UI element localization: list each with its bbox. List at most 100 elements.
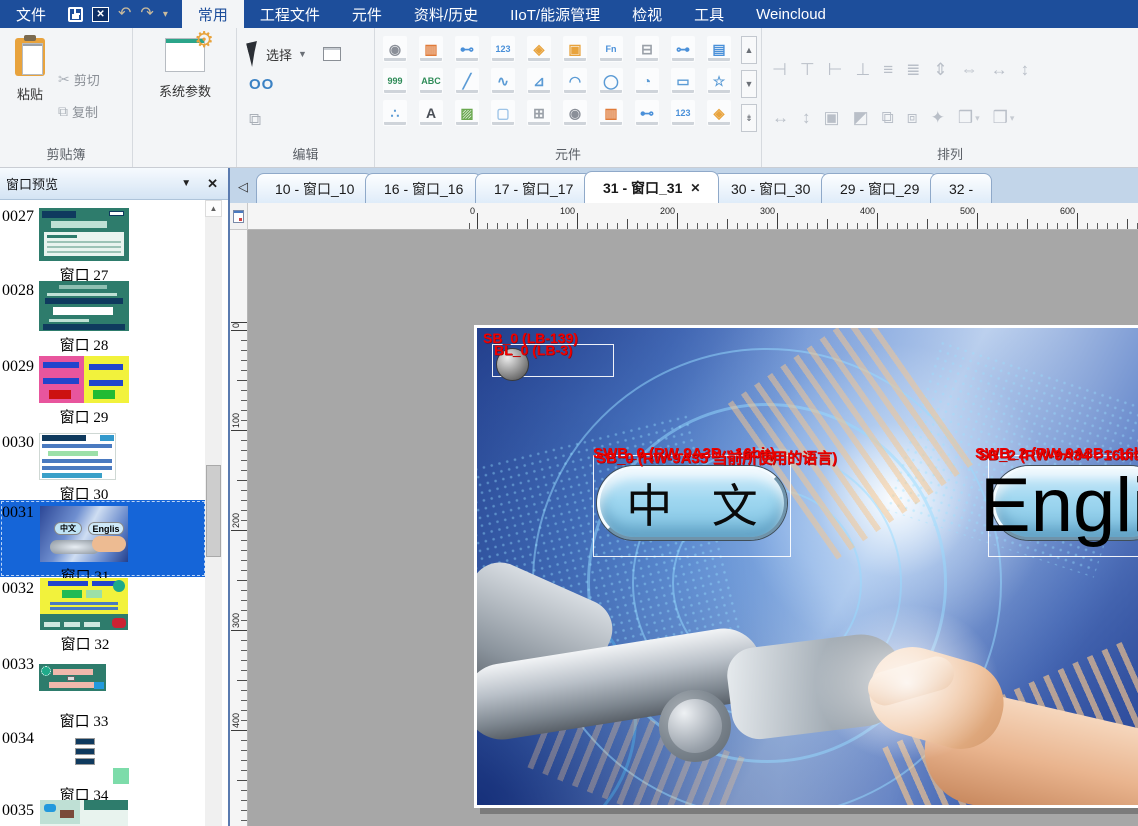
window-thumbnail-0029[interactable] xyxy=(39,356,129,403)
panel-dropdown-icon[interactable]: ▼ xyxy=(181,178,191,189)
scrollbar-thumb[interactable] xyxy=(206,465,221,557)
expand-gallery-icon[interactable]: ⇟ xyxy=(741,104,757,132)
window-list-item-0029[interactable]: 0029窗口 29 xyxy=(0,354,206,430)
window-list-item-0032[interactable]: 0032窗口 32 xyxy=(0,576,206,650)
undo-icon[interactable]: ↶ xyxy=(118,6,131,22)
window-thumbnail-0030[interactable] xyxy=(39,433,116,480)
scroll-up-icon[interactable]: ▲ xyxy=(741,36,757,64)
text-icon[interactable]: A xyxy=(419,100,443,126)
file-menu[interactable]: 文件 xyxy=(0,0,68,28)
menu-tab-4[interactable]: 资料/历史 xyxy=(398,0,494,28)
document-tab-17-窗口_17[interactable]: 17 - 窗口_17 xyxy=(475,173,592,203)
menu-tab-3[interactable]: 元件 xyxy=(336,0,398,28)
decoration xyxy=(53,669,93,675)
scatter-icon[interactable]: ∴ xyxy=(383,100,407,126)
arc-icon[interactable]: ◠ xyxy=(563,68,587,94)
tab-close-icon[interactable]: ✕ xyxy=(690,181,700,195)
window-thumbnail-0028[interactable] xyxy=(39,281,129,331)
document-tab-32-[interactable]: 32 - xyxy=(930,173,992,203)
numeric-icon[interactable]: Fn xyxy=(599,36,623,62)
menu-tab-1[interactable]: 常用 xyxy=(182,0,244,28)
pin-icon-glyph: ✦ xyxy=(931,108,945,128)
more-icon[interactable]: ▾ xyxy=(163,9,168,20)
set-word2-icon[interactable]: 123 xyxy=(671,100,695,126)
function-key2-icon[interactable]: ◈ xyxy=(707,100,731,126)
window-thumbnail-0035[interactable] xyxy=(40,800,128,826)
window-copy-icon[interactable] xyxy=(323,47,341,61)
save-icon[interactable] xyxy=(68,7,83,22)
ungroup-icon: ⧈ xyxy=(907,108,918,128)
option-list-icon[interactable]: ▤ xyxy=(707,36,731,62)
menu-tab-5[interactable]: IIoT/能源管理 xyxy=(494,0,616,28)
decoration xyxy=(42,444,112,448)
document-tab-16-窗口_16[interactable]: 16 - 窗口_16 xyxy=(365,173,482,203)
document-tab-29-窗口_29[interactable]: 29 - 窗口_29 xyxy=(821,173,938,203)
panel-close-icon[interactable]: ✕ xyxy=(207,176,218,192)
set-bit-icon[interactable]: ⊷ xyxy=(455,36,479,62)
select-button[interactable]: 选择 xyxy=(266,45,292,64)
window-thumbnail-0027[interactable] xyxy=(39,208,129,261)
table-icon[interactable]: ⊞ xyxy=(527,100,551,126)
word-lamp-icon[interactable]: ▥ xyxy=(419,36,443,62)
rectangle-icon[interactable]: ▭ xyxy=(671,68,695,94)
line-icon[interactable]: ╱ xyxy=(455,68,479,94)
window-list-item-0033[interactable]: 0033窗口 33 xyxy=(0,652,206,726)
chinese-language-button[interactable]: 中 文 xyxy=(597,466,787,540)
toggle-switch-icon[interactable]: ▣ xyxy=(563,36,587,62)
window-list-item-0035[interactable]: 0035 xyxy=(0,798,206,826)
menu-tab-6[interactable]: 检视 xyxy=(616,0,678,28)
bit-lamp-icon[interactable]: ◉ xyxy=(383,36,407,62)
design-workspace[interactable]: SB_0 (LB-139)BL_0 (LB-3) 中 文 SWB_0 (RW-9… xyxy=(248,230,1138,826)
vertical-ruler: 0100200300400 xyxy=(230,230,248,826)
frame-icon[interactable]: ▢ xyxy=(491,100,515,126)
select-dropdown-icon[interactable]: ▼ xyxy=(298,49,307,59)
window-thumbnail-0032[interactable] xyxy=(40,578,128,630)
polyline-icon[interactable]: ⊿ xyxy=(527,68,551,94)
window-list-item-0030[interactable]: 0030窗口 30 xyxy=(0,430,206,500)
document-tab-10-窗口_10[interactable]: 10 - 窗口_10 xyxy=(256,173,373,203)
combo-button-icon[interactable]: ⊟ xyxy=(635,36,659,62)
tab-label: 29 - 窗口_29 xyxy=(840,179,919,199)
window-list-item-0031[interactable]: 0031中文Englis窗口 31 xyxy=(0,500,206,577)
tab-scroll-left-icon[interactable]: ◁ xyxy=(230,179,256,203)
slider-icon[interactable]: ⊶ xyxy=(671,36,695,62)
cut-button[interactable]: ✂ 剪切 xyxy=(58,70,100,89)
set-bit2-icon[interactable]: ⊷ xyxy=(635,100,659,126)
bit-lamp2-icon[interactable]: ◉ xyxy=(563,100,587,126)
decoration: 中文 xyxy=(54,522,82,535)
system-parameters-button[interactable]: 系统参数 xyxy=(147,38,223,100)
paste-button[interactable]: 粘贴 xyxy=(8,38,52,130)
duplicate-icon[interactable]: ⧉ xyxy=(249,110,261,130)
address-label: SB_2 (RW-9A34 : 16bit) xyxy=(978,447,1138,464)
window-list-item-0027[interactable]: 0027窗口 27 xyxy=(0,204,206,278)
copy-button[interactable]: ⧉ 复制 xyxy=(58,102,98,121)
menu-tab-2[interactable]: 工程文件 xyxy=(244,0,336,28)
star-icon[interactable]: ☆ xyxy=(707,68,731,94)
document-tab-30-窗口_30[interactable]: 30 - 窗口_30 xyxy=(712,173,829,203)
multi-select-icon[interactable]: OO xyxy=(249,76,274,93)
window-thumbnail-0033[interactable] xyxy=(39,664,106,691)
picture-icon[interactable]: ▨ xyxy=(455,100,479,126)
sidebar-scrollbar[interactable]: ▲ xyxy=(205,200,222,826)
window-list-item-0028[interactable]: 0028窗口 28 xyxy=(0,278,206,354)
freehand-icon[interactable]: ∿ xyxy=(491,68,515,94)
redo-icon[interactable]: ↷ xyxy=(140,6,153,22)
numeric-display-icon[interactable]: 999 xyxy=(383,68,407,94)
window-list-item-0034[interactable]: 0034窗口 34 xyxy=(0,726,206,798)
word-lamp2-icon[interactable]: ▥ xyxy=(599,100,623,126)
scrollbar-up-icon[interactable]: ▲ xyxy=(205,200,222,217)
scroll-down-icon[interactable]: ▼ xyxy=(741,70,757,98)
function-key-icon[interactable]: ◈ xyxy=(527,36,551,62)
document-tab-31-窗口_31[interactable]: 31 - 窗口_31✕ xyxy=(584,171,719,203)
window-thumbnail-0034[interactable] xyxy=(75,738,95,765)
pie-icon[interactable]: ◔ xyxy=(635,68,659,94)
menu-tab-7[interactable]: 工具 xyxy=(678,0,740,28)
ascii-display-icon[interactable]: ABC xyxy=(419,68,443,94)
export-icon[interactable]: ✕ xyxy=(92,7,109,22)
set-word-icon[interactable]: 123 xyxy=(491,36,515,62)
window-thumbnail-0031[interactable]: 中文Englis xyxy=(40,506,128,562)
ruler-corner-button[interactable] xyxy=(230,203,248,230)
circle-icon[interactable]: ◯ xyxy=(599,68,623,94)
menu-tab-8[interactable]: Weincloud xyxy=(740,0,842,28)
design-page-window-31[interactable]: SB_0 (LB-139)BL_0 (LB-3) 中 文 SWB_0 (RW-9… xyxy=(474,325,1138,808)
